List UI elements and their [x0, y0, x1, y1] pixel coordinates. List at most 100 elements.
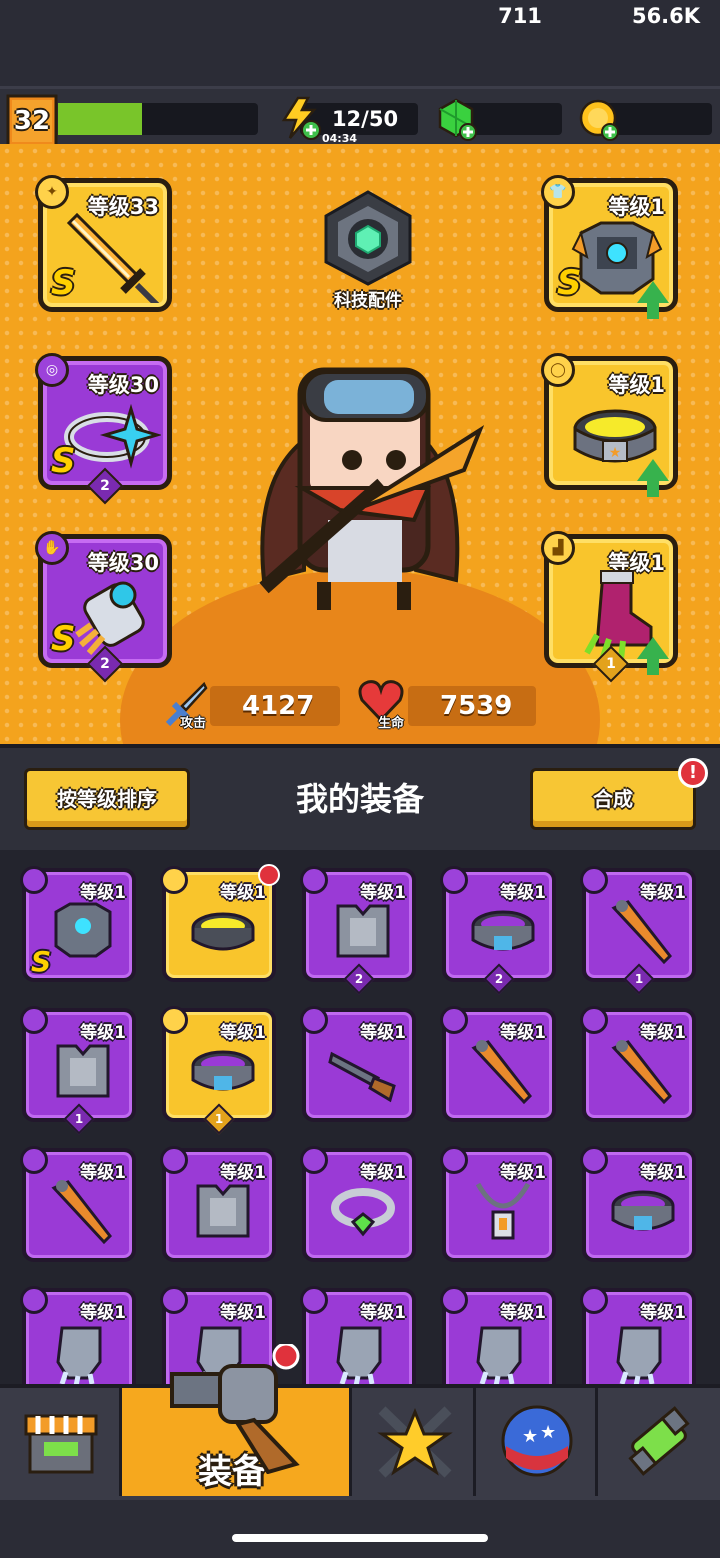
svg-text:★: ★	[522, 1426, 538, 1447]
svg-text:★: ★	[609, 445, 622, 461]
item-type-icon	[20, 866, 48, 894]
belt-slot[interactable]: ◯ 等级1 ★	[541, 353, 678, 497]
item-type-icon	[160, 1006, 188, 1034]
vest-icon	[336, 904, 390, 958]
attack-value: 4127	[242, 691, 315, 721]
shotgun-icon	[328, 1051, 396, 1103]
item-type-icon	[300, 1286, 328, 1314]
inventory-item[interactable]: 等级1 1	[20, 1006, 136, 1135]
item-type-icon	[160, 1286, 188, 1314]
weapon-slot[interactable]: ✦ 等级33 S	[35, 175, 172, 312]
item-rank: S	[31, 945, 52, 978]
inventory-item[interactable]: 等级1	[440, 1006, 556, 1122]
item-count: 1	[623, 963, 655, 995]
belt-icon	[191, 1050, 255, 1091]
inventory-item[interactable]: 等级1 2	[440, 866, 556, 995]
gem-plus-icon[interactable]	[436, 98, 480, 142]
inventory-item[interactable]: 等级1	[580, 1006, 696, 1122]
crossed-swords-star-icon	[377, 1406, 453, 1478]
star-ball-icon: ★ ★	[501, 1405, 573, 1477]
inventory-item[interactable]: 等级1	[300, 1286, 416, 1384]
inventory-item[interactable]: 等级1 1	[580, 866, 696, 995]
inventory-item[interactable]: 等级1	[20, 1146, 136, 1262]
item-type-icon	[20, 1006, 48, 1034]
dna-capsule-icon	[628, 1406, 690, 1476]
health-label: 生命	[378, 716, 405, 731]
gauntlet-icon	[75, 581, 145, 655]
item-type-icon	[440, 1146, 468, 1174]
item-count: 1	[63, 1103, 95, 1135]
ring-type-icon: ◎	[35, 353, 69, 387]
bat-icon	[51, 1180, 112, 1245]
inventory-item[interactable]: 等级1	[580, 1146, 696, 1262]
gloves-type-icon: ✋	[35, 531, 69, 565]
attack-label: 攻击	[180, 716, 207, 731]
gloves-slot[interactable]: ✋ 等级30 S 2	[35, 531, 172, 683]
armor-type-icon: 👕	[541, 175, 575, 209]
inventory-item[interactable]: 等级1	[580, 1286, 696, 1384]
necklace-icon	[475, 1182, 531, 1240]
health-value: 7539	[440, 691, 513, 721]
item-type-icon	[440, 1286, 468, 1314]
bat-icon	[611, 1040, 672, 1105]
energy-value: 12/50	[331, 107, 399, 131]
inventory-item[interactable]: 等级1	[300, 1146, 416, 1262]
belt-icon	[471, 910, 535, 951]
belt-type-icon: ◯	[541, 353, 575, 387]
inventory-item[interactable]: 等级1	[20, 1286, 136, 1384]
item-type-icon	[580, 866, 608, 894]
item-type-icon	[160, 1146, 188, 1174]
inventory-item[interactable]: 等级1	[440, 1146, 556, 1262]
home-indicator	[232, 1534, 488, 1542]
slot-rank: S	[51, 619, 76, 659]
item-type-icon	[300, 1006, 328, 1034]
xp-bar	[58, 103, 258, 135]
bat-icon	[471, 1040, 532, 1105]
glove-icon	[56, 1326, 102, 1384]
glove-icon	[336, 1326, 382, 1384]
sort-by-level-button[interactable]: 按等级排序	[24, 768, 190, 830]
xp-bar-fill	[58, 103, 142, 135]
tab-battle[interactable]	[352, 1388, 476, 1496]
boots-type-icon: ▟	[541, 531, 575, 565]
inventory-item[interactable]: 等级1 1	[160, 1006, 276, 1135]
merge-alert-icon: !	[678, 758, 708, 788]
inventory-item[interactable]: 等级1	[160, 864, 280, 982]
upgrade-arrow-icon	[637, 281, 669, 319]
inventory-item[interactable]: 等级1	[300, 1006, 416, 1122]
item-type-icon	[300, 1146, 328, 1174]
sword-icon	[66, 213, 160, 303]
inventory-grid: 等级1 S 等级1 等级1 2 等级1 2 等级1 1 等级1 1 等级1 1 等级1 等级1 等级1 等级1 等…	[0, 850, 720, 1384]
tab-talents[interactable]: ★ ★	[476, 1388, 598, 1496]
tech-parts-button[interactable]: 科技配件	[318, 190, 418, 311]
inventory-item[interactable]: 等级1	[440, 1286, 556, 1384]
tab-shop[interactable]	[0, 1388, 122, 1496]
ring-slot[interactable]: ◎ 等级30 S 2	[35, 353, 172, 505]
player-level: 32	[13, 106, 51, 136]
armor-slot[interactable]: 👕 等级1 S	[541, 175, 678, 319]
merge-button[interactable]: 合成	[530, 768, 696, 830]
inventory-item[interactable]: 等级1	[160, 1146, 276, 1262]
upgrade-arrow-icon	[637, 637, 669, 675]
my-equipment-title: 我的装备	[295, 780, 424, 818]
item-type-icon	[20, 1286, 48, 1314]
ring-icon	[64, 403, 161, 469]
tech-parts-icon	[324, 190, 412, 286]
inventory-item[interactable]: 等级1 S	[20, 866, 136, 982]
item-type-icon	[160, 866, 188, 894]
vest-icon	[56, 1044, 110, 1098]
gems-value: 711	[498, 4, 542, 28]
item-type-icon	[300, 866, 328, 894]
energy-plus-icon[interactable]	[278, 96, 324, 142]
glove-icon	[476, 1326, 522, 1384]
coin-plus-icon[interactable]	[578, 98, 622, 142]
tab-lab[interactable]	[598, 1388, 720, 1496]
boots-slot[interactable]: ▟ 等级1 1	[541, 531, 678, 683]
spiked-belt-icon	[191, 912, 255, 951]
item-type-icon	[580, 1006, 608, 1034]
glove-icon	[616, 1326, 662, 1384]
inventory-item[interactable]: 等级1 2	[300, 866, 416, 995]
ring-icon	[331, 1188, 395, 1237]
slot-rank: S	[51, 263, 76, 303]
belt-icon	[611, 1190, 675, 1231]
